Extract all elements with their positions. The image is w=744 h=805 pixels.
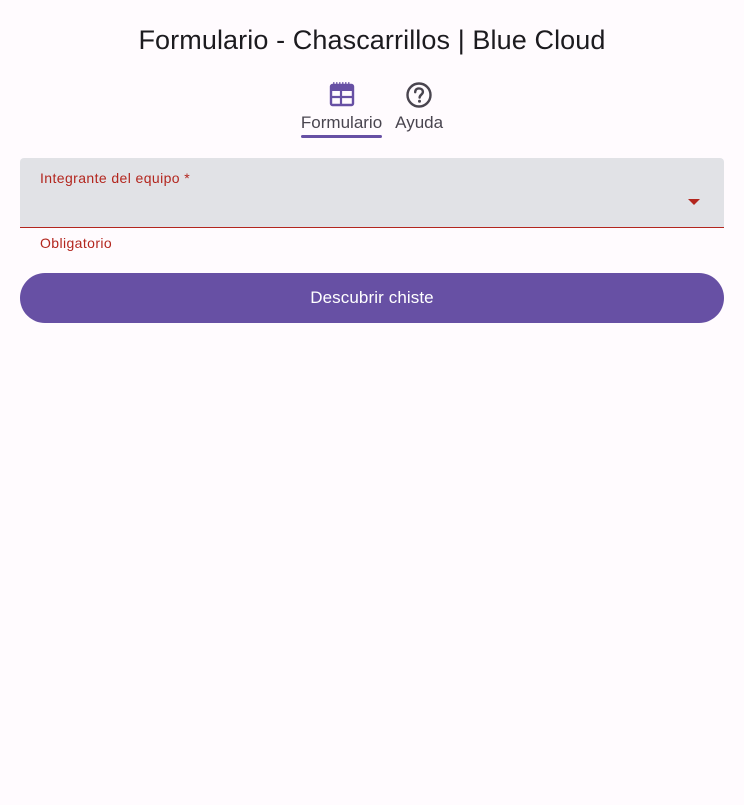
- member-select[interactable]: Integrante del equipo *: [20, 158, 724, 228]
- table-icon: [329, 82, 354, 107]
- page-title: Formulario - Chascarrillos | Blue Cloud: [138, 25, 606, 55]
- dropdown-arrow-icon[interactable]: [688, 199, 700, 205]
- tab-bar: Formulario Ayuda: [0, 80, 744, 138]
- tab-formulario[interactable]: Formulario: [300, 80, 383, 138]
- discover-joke-button[interactable]: Descubrir chiste: [20, 273, 724, 323]
- tab-label: Ayuda: [395, 113, 444, 132]
- tab-ayuda[interactable]: Ayuda: [395, 80, 443, 138]
- help-circle-icon: [406, 82, 432, 108]
- member-select-error: Obligatorio: [40, 235, 113, 251]
- member-select-label: Integrante del equipo *: [40, 170, 191, 186]
- active-tab-indicator: [300, 135, 383, 138]
- tab-label: Formulario: [300, 113, 383, 132]
